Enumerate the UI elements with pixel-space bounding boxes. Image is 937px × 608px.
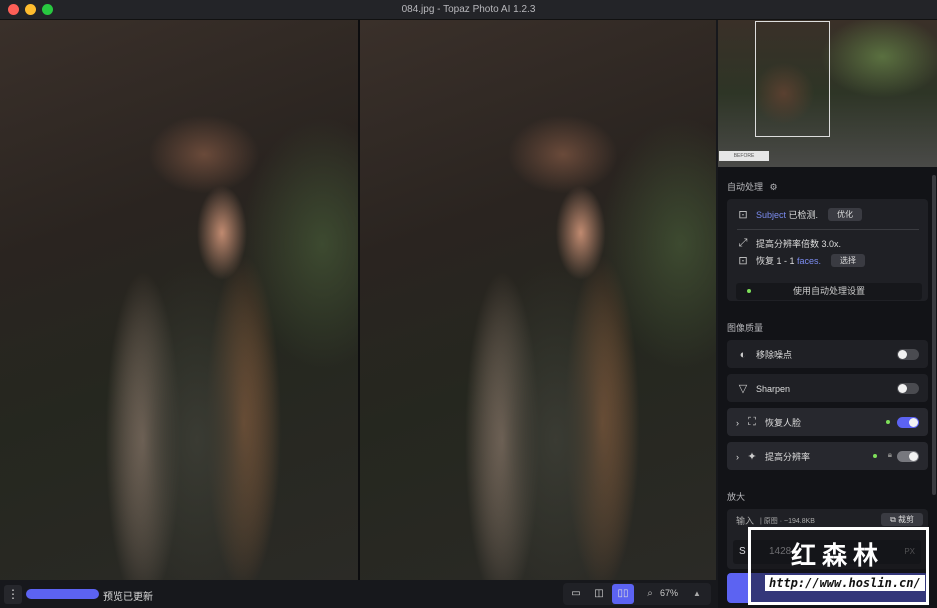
active-dot: [873, 454, 877, 458]
expand-up-button[interactable]: ▲: [686, 584, 708, 604]
zoom-icon[interactable]: ⌕: [639, 584, 661, 604]
sharpen-toggle[interactable]: [897, 383, 919, 394]
watermark-cn: 红森林: [791, 542, 885, 570]
faces-word: faces.: [797, 256, 822, 266]
chevron-right-icon[interactable]: ›: [736, 418, 739, 428]
lock-icon: 🔒︎: [887, 450, 892, 459]
apply-autopilot-label: 使用自动处理设置: [792, 286, 865, 296]
chevron-right-icon[interactable]: ›: [736, 452, 739, 462]
gear-icon[interactable]: ⚙: [770, 182, 778, 192]
status-dot: [747, 289, 751, 293]
navigator-thumbnail[interactable]: BEFORE: [718, 20, 937, 167]
filter-upscale[interactable]: › ✦ 提高分辨率 🔒︎: [727, 442, 928, 470]
select-faces-button[interactable]: 选择: [831, 254, 866, 267]
sharpen-icon: ▽: [738, 383, 748, 395]
filter-label: 提高分辨率: [765, 452, 811, 462]
navigator-viewport[interactable]: [755, 21, 830, 137]
subject-status: Subject 已检测.: [756, 208, 818, 221]
faces-summary: 恢复 1 - 1 faces.: [756, 254, 821, 267]
subject-word: Subject: [756, 210, 787, 220]
filter-label: 移除噪点: [756, 350, 793, 360]
single-view-button[interactable]: ▭: [565, 584, 587, 604]
upscale-toggle[interactable]: [897, 451, 919, 462]
input-info: | 原图 · ~194.8KB: [760, 517, 815, 525]
before-label: BEFORE: [719, 151, 769, 161]
subject-detect-icon: ⊡: [738, 209, 748, 221]
after-preview-image[interactable]: [360, 20, 716, 580]
face-recovery-icon: ⛶: [748, 416, 756, 428]
autopilot-card: ⊡ Subject 已检测. 优化 ⤢ 提高分辨率倍数 3.0x. ⊡ 恢复 1 - 1…: [727, 199, 928, 301]
upscale-summary: 提高分辨率倍数 3.0x.: [756, 239, 842, 249]
view-mode-group: ▭ ◫ ▯▯ ⌕ ▲: [563, 583, 711, 605]
title-bar: 084.jpg - Topaz Photo AI 1.2.3: [0, 0, 937, 20]
filter-sharpen[interactable]: ▽ Sharpen: [727, 374, 928, 402]
crop-button[interactable]: ⧉ 裁剪: [881, 513, 923, 526]
subject-suffix: 已检测.: [786, 210, 819, 220]
face-detect-icon: ⊡: [738, 255, 748, 267]
denoise-icon: ◐: [739, 348, 747, 361]
denoise-toggle[interactable]: [897, 349, 919, 360]
filter-label: 恢复人脸: [765, 418, 802, 428]
watermark-url: http://www.hoslin.cn/: [765, 575, 925, 591]
filter-face-recovery[interactable]: › ⛶ 恢复人脸: [727, 408, 928, 436]
filter-denoise[interactable]: ◐ 移除噪点: [727, 340, 928, 368]
split-view-icon: ◫: [594, 588, 604, 599]
before-preview-image[interactable]: [0, 20, 358, 580]
side-by-side-icon: ▯▯: [617, 588, 629, 599]
more-menu-button[interactable]: ⋮: [4, 585, 22, 604]
autopilot-heading-text: 自动处理: [727, 182, 764, 192]
apply-autopilot-button[interactable]: 使用自动处理设置: [736, 283, 922, 300]
size-prefix: S: [739, 546, 746, 557]
watermark-logo: 红森林 http://www.hoslin.cn/: [748, 527, 929, 605]
single-view-icon: ▭: [571, 588, 581, 599]
crop-label: 裁剪: [898, 515, 914, 524]
autopilot-separator: [737, 229, 919, 230]
window-title: 084.jpg - Topaz Photo AI 1.2.3: [401, 4, 536, 15]
active-dot: [886, 420, 890, 424]
preview-progress-bar: [26, 589, 99, 599]
faces-prefix: 恢复 1 - 1: [756, 256, 798, 266]
refine-button[interactable]: 优化: [828, 208, 863, 221]
quality-heading: 图像质量: [727, 323, 764, 333]
upscale-arrow-icon: ⤢: [738, 237, 748, 249]
split-view-button[interactable]: ◫: [588, 584, 610, 604]
filter-label: Sharpen: [756, 383, 791, 394]
zoom-level[interactable]: 67%: [660, 588, 678, 598]
input-label: 输入: [736, 516, 755, 526]
side-by-side-view-button[interactable]: ▯▯: [612, 584, 634, 604]
upscale-icon: ✦: [747, 451, 757, 463]
panel-scrollbar[interactable]: [932, 175, 936, 495]
bottom-toolbar: ⋮ 预览已更新 ▭ ◫ ▯▯ ⌕ ▲ 67%: [0, 580, 718, 608]
right-panel: BEFORE 自动处理 ⚙ ⊡ Subject 已检测. 优化 ⤢ 提高分辨率倍数 3…: [718, 20, 937, 608]
crop-icon: ⧉: [890, 515, 898, 524]
preview-status: 预览已更新: [103, 592, 153, 603]
enlarge-heading: 放大: [727, 492, 746, 502]
autopilot-heading: 自动处理 ⚙: [727, 180, 778, 193]
face-recovery-toggle[interactable]: [897, 417, 919, 428]
